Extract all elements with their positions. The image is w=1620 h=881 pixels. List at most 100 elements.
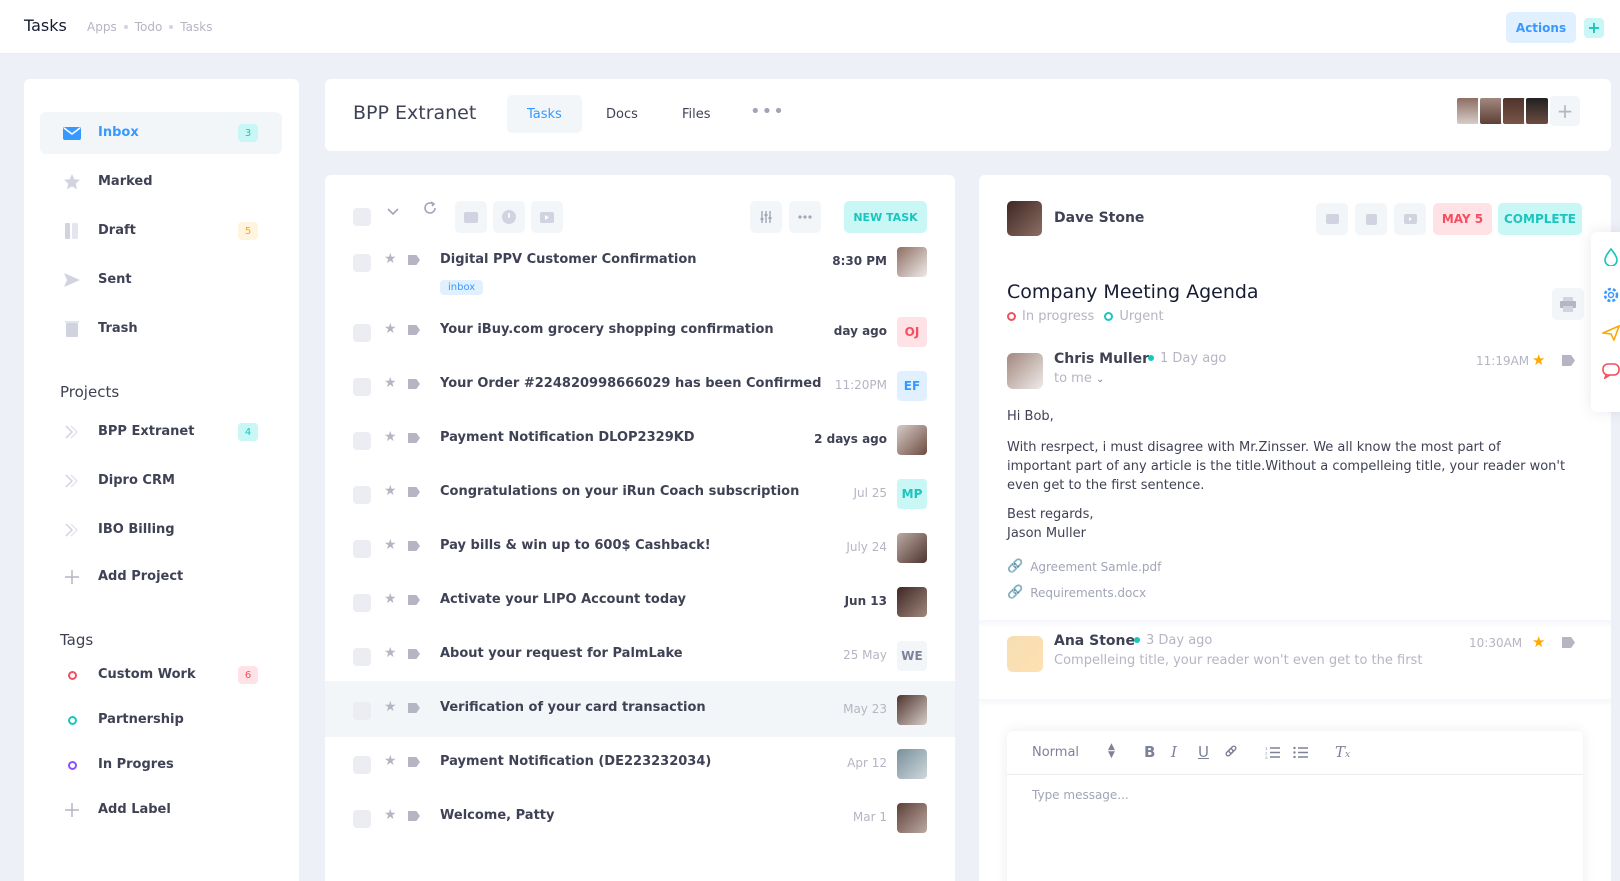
task-subject[interactable]: Activate your LIPO Account today xyxy=(440,592,686,607)
breadcrumb-todo[interactable]: Todo xyxy=(135,20,163,34)
row-checkbox[interactable] xyxy=(353,378,371,396)
task-row[interactable]: ★ Payment Notification DLOP2329KD 2 days a… xyxy=(325,411,955,467)
star-icon[interactable]: ★ xyxy=(384,375,397,391)
tab-tasks[interactable]: Tasks xyxy=(507,95,582,133)
send-icon[interactable] xyxy=(1600,322,1620,344)
task-subject[interactable]: Verification of your card transaction xyxy=(440,700,706,715)
label-icon[interactable] xyxy=(408,325,420,335)
star-icon[interactable]: ★ xyxy=(384,321,397,337)
add-member-button[interactable]: + xyxy=(1550,96,1580,126)
label-icon[interactable] xyxy=(408,703,420,713)
breadcrumb-tasks[interactable]: Tasks xyxy=(180,20,212,34)
more-tabs-button[interactable]: ••• xyxy=(750,101,785,122)
sidebar-project-ibo-billing[interactable]: IBO Billing xyxy=(40,509,282,551)
message-recipient[interactable]: to me ⌄ xyxy=(1054,371,1104,386)
star-icon[interactable]: ★ xyxy=(384,537,397,553)
label-icon[interactable] xyxy=(408,757,420,767)
task-row[interactable]: ★ Welcome, Patty Mar 1 xyxy=(325,789,955,845)
alert-icon[interactable] xyxy=(493,201,525,233)
sidebar-item-trash[interactable]: Trash xyxy=(40,308,282,350)
forward-icon[interactable] xyxy=(1394,203,1426,235)
sidebar-project-bpp-extranet[interactable]: BPP Extranet 4 xyxy=(40,411,282,453)
row-checkbox[interactable] xyxy=(353,594,371,612)
attachment-link[interactable]: 🔗 Agreement Samle.pdf xyxy=(1007,559,1161,574)
format-select[interactable]: Normal xyxy=(1032,745,1079,760)
underline-icon[interactable]: U xyxy=(1198,743,1209,761)
reply-preview[interactable]: Compelleing title, your reader won't eve… xyxy=(1054,653,1422,668)
star-icon[interactable]: ★ xyxy=(1532,351,1545,369)
tab-docs[interactable]: Docs xyxy=(586,95,658,133)
task-subject[interactable]: About your request for PalmLake xyxy=(440,646,683,661)
sidebar-tag-in-progres[interactable]: In Progres xyxy=(40,744,282,786)
star-icon[interactable]: ★ xyxy=(384,251,397,267)
due-date-badge[interactable]: MAY 5 xyxy=(1433,203,1492,235)
star-icon[interactable]: ★ xyxy=(384,483,397,499)
row-checkbox[interactable] xyxy=(353,648,371,666)
row-checkbox[interactable] xyxy=(353,540,371,558)
task-row[interactable]: ★ About your request for PalmLake 25 May WE xyxy=(325,627,955,683)
task-subject[interactable]: Congratulations on your iRun Coach subsc… xyxy=(440,484,799,499)
new-task-button[interactable]: NEW TASK xyxy=(844,201,927,233)
task-row[interactable]: ★ Payment Notification (DE223232034) Apr 1… xyxy=(325,735,955,791)
print-icon[interactable] xyxy=(1552,288,1584,320)
gear-icon[interactable] xyxy=(1600,284,1620,306)
label-icon[interactable] xyxy=(408,811,420,821)
sidebar-tag-custom-work[interactable]: Custom Work 6 xyxy=(40,654,282,696)
task-subject[interactable]: Payment Notification (DE223232034) xyxy=(440,754,711,769)
star-icon[interactable]: ★ xyxy=(384,807,397,823)
task-row[interactable]: ★ Your iBuy.com grocery shopping confirma… xyxy=(325,303,955,359)
sidebar-tag-partnership[interactable]: Partnership xyxy=(40,699,282,741)
breadcrumb-apps[interactable]: Apps xyxy=(87,20,117,34)
bold-icon[interactable]: B xyxy=(1144,743,1155,761)
drop-icon[interactable] xyxy=(1600,246,1620,268)
archive-icon[interactable] xyxy=(1355,203,1387,235)
task-row[interactable]: ★ Congratulations on your iRun Coach subs… xyxy=(325,465,955,521)
star-icon[interactable]: ★ xyxy=(384,753,397,769)
attachment-link[interactable]: 🔗 Requirements.docx xyxy=(1007,585,1146,600)
row-checkbox[interactable] xyxy=(353,432,371,450)
star-icon[interactable]: ★ xyxy=(384,429,397,445)
add-label-button[interactable]: Add Label xyxy=(40,789,282,831)
add-project-button[interactable]: Add Project xyxy=(40,556,282,598)
label-icon[interactable] xyxy=(408,255,420,265)
task-row[interactable]: ★ Activate your LIPO Account today Jun 13 xyxy=(325,573,955,629)
row-checkbox[interactable] xyxy=(353,486,371,504)
row-checkbox[interactable] xyxy=(353,324,371,342)
clear-format-icon[interactable]: Tx xyxy=(1335,743,1350,761)
avatar[interactable] xyxy=(1524,96,1550,126)
bullet-list-icon[interactable] xyxy=(1293,745,1308,763)
link-icon[interactable] xyxy=(1224,744,1238,762)
row-checkbox[interactable] xyxy=(353,810,371,828)
row-checkbox[interactable] xyxy=(353,254,371,272)
select-all-checkbox[interactable] xyxy=(353,208,371,226)
task-subject[interactable]: Your iBuy.com grocery shopping confirmat… xyxy=(440,322,774,337)
row-checkbox[interactable] xyxy=(353,702,371,720)
move-icon[interactable] xyxy=(531,201,563,233)
message-input[interactable]: Type message... xyxy=(1032,788,1129,802)
filter-icon[interactable] xyxy=(750,201,782,233)
star-icon[interactable]: ★ xyxy=(384,699,397,715)
star-icon[interactable]: ★ xyxy=(1532,633,1545,651)
label-icon[interactable] xyxy=(1562,355,1575,366)
sidebar-item-inbox[interactable]: Inbox 3 xyxy=(40,112,282,154)
task-row[interactable]: ★ Pay bills & win up to 600$ Cashback! Jul… xyxy=(325,519,955,575)
label-icon[interactable] xyxy=(408,487,420,497)
task-row[interactable]: ★ Digital PPV Customer Confirmation inbox 8… xyxy=(325,233,955,295)
star-icon[interactable]: ★ xyxy=(384,591,397,607)
sidebar-item-marked[interactable]: Marked xyxy=(40,161,282,203)
actions-button[interactable]: Actions xyxy=(1506,12,1576,43)
task-subject[interactable]: Pay bills & win up to 600$ Cashback! xyxy=(440,538,711,553)
label-icon[interactable] xyxy=(408,379,420,389)
label-icon[interactable] xyxy=(408,649,420,659)
reply-icon[interactable] xyxy=(1316,203,1348,235)
chevron-down-icon[interactable] xyxy=(387,202,399,221)
sidebar-item-sent[interactable]: Sent xyxy=(40,259,282,301)
label-icon[interactable] xyxy=(408,541,420,551)
ordered-list-icon[interactable]: 123 xyxy=(1265,745,1280,763)
task-row[interactable]: ★ Verification of your card transaction Ma… xyxy=(325,681,955,737)
sidebar-item-draft[interactable]: Draft 5 xyxy=(40,210,282,252)
sidebar-project-dipro-crm[interactable]: Dipro CRM xyxy=(40,460,282,502)
row-checkbox[interactable] xyxy=(353,756,371,774)
refresh-icon[interactable] xyxy=(422,200,438,220)
label-icon[interactable] xyxy=(408,595,420,605)
